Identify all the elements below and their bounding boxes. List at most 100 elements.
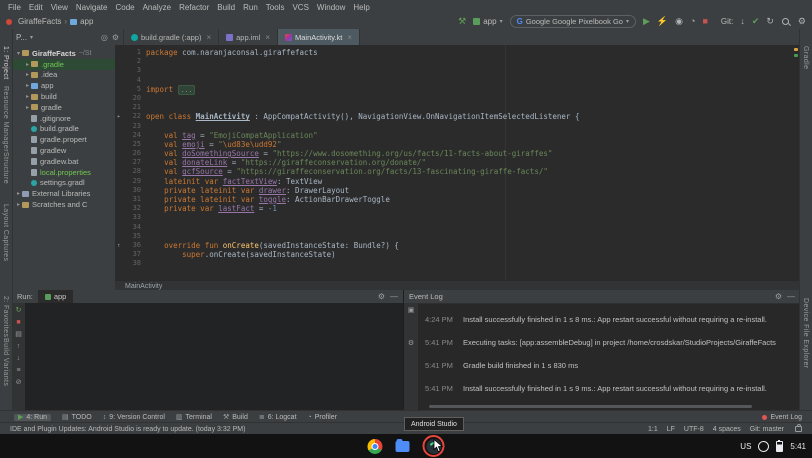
stripe-button-2-favorites[interactable]: 2: Favorites (2, 296, 9, 337)
tree-item-gradlew-bat[interactable]: gradlew.bat (12, 156, 115, 167)
tree-item-gradle[interactable]: ▸.gradle (12, 59, 115, 70)
soft-wrap-icon[interactable]: ≡ (16, 367, 20, 374)
chrome-icon[interactable] (368, 439, 383, 454)
stop-icon[interactable]: ■ (16, 319, 20, 326)
menu-analyze[interactable]: Analyze (139, 3, 175, 12)
menu-file[interactable]: File (4, 3, 25, 12)
code-line[interactable]: 37 super.onCreate(savedInstanceState) (115, 250, 800, 259)
override-gutter-icon[interactable]: ↑ (117, 241, 121, 250)
code-line[interactable]: 31 private lateinit var toggle: ActionBa… (115, 195, 800, 204)
line-ending[interactable]: LF (667, 426, 675, 433)
code-editor[interactable]: 1package com.naranjaconsal.giraffefacts2… (115, 45, 800, 280)
run-config-selector[interactable]: app ▾ (473, 17, 502, 26)
toolwindow-button-6-logcat[interactable]: ≣6: Logcat (259, 414, 297, 421)
menu-window[interactable]: Window (313, 3, 349, 12)
code-line[interactable]: 33 (115, 213, 800, 222)
menu-edit[interactable]: Edit (25, 3, 47, 12)
gear-icon[interactable]: ⚙ (112, 33, 119, 42)
code-line[interactable]: 27 val donateLink = "https://giraffecons… (115, 158, 800, 167)
notification-icon[interactable] (758, 441, 769, 452)
menu-run[interactable]: Run (239, 3, 262, 12)
code-line[interactable]: 34 (115, 223, 800, 232)
tree-item-gitignore[interactable]: .gitignore (12, 113, 115, 124)
search-icon[interactable] (781, 17, 791, 27)
console-settings-icon[interactable]: ▤ (15, 331, 22, 338)
toolwindow-button-terminal[interactable]: ▥Terminal (176, 414, 212, 421)
expand-arrow-icon[interactable]: ▸ (24, 71, 31, 78)
stripe-button-gradle[interactable]: Gradle (802, 46, 809, 69)
indent-setting[interactable]: 4 spaces (713, 426, 741, 433)
expand-arrow-icon[interactable]: ▸ (15, 190, 22, 197)
code-line[interactable]: 30 private lateinit var drawer: DrawerLa… (115, 186, 800, 195)
code-line[interactable]: 20 (115, 94, 800, 103)
expand-arrow-icon[interactable]: ▾ (15, 50, 22, 57)
run-console-output[interactable] (25, 303, 403, 410)
expand-arrow-icon[interactable]: ▸ (15, 201, 22, 208)
gear-icon[interactable]: ⚙ (775, 292, 782, 301)
code-line[interactable]: 4 (115, 76, 800, 85)
menu-view[interactable]: View (47, 3, 72, 12)
file-encoding[interactable]: UTF-8 (684, 426, 704, 433)
tree-item-scratches-and-c[interactable]: ▸Scratches and C (12, 199, 115, 210)
clear-console-icon[interactable]: ⊘ (16, 379, 22, 386)
system-tray[interactable]: US 5:41 (740, 434, 806, 458)
toolwindow-button-todo[interactable]: ▤TODO (62, 414, 92, 421)
gear-icon[interactable]: ⚙ (378, 292, 385, 301)
stripe-button-1-project[interactable]: 1: Project (2, 46, 9, 80)
mark-all-read-icon[interactable]: ▣ (408, 307, 415, 314)
stop-button[interactable]: ■ (702, 17, 707, 26)
close-icon[interactable]: × (206, 33, 211, 42)
tree-item-gradle[interactable]: ▸gradle (12, 102, 115, 113)
toolwindow-button-profiler[interactable]: ◔Profiler (308, 414, 337, 421)
code-line[interactable]: 5import ... (115, 85, 800, 94)
event-log-status[interactable]: Event Log (762, 414, 802, 421)
menu-tools[interactable]: Tools (262, 3, 289, 12)
menu-build[interactable]: Build (213, 3, 239, 12)
code-line[interactable]: 28 val gcfSource = "https://giraffeconse… (115, 167, 800, 176)
git-update-button[interactable]: ↓ (740, 17, 745, 26)
git-branch[interactable]: Git: master (750, 426, 784, 433)
keyboard-layout-indicator[interactable]: US (740, 442, 751, 451)
stripe-button-layout-captures[interactable]: Layout Captures (2, 204, 9, 261)
event-log-settings-icon[interactable]: ⚙ (408, 340, 414, 347)
debug-button[interactable]: ◉ (675, 17, 683, 26)
build-hammer-icon[interactable]: ⚒ (458, 17, 466, 26)
close-icon[interactable]: × (265, 33, 270, 42)
breadcrumb-class[interactable]: MainActivity (125, 283, 162, 290)
run-gutter-icon[interactable]: ▸ (117, 112, 121, 121)
code-line[interactable]: 29 lateinit var factTextView: TextView (115, 177, 800, 186)
run-tab-app[interactable]: app (38, 290, 74, 303)
menu-code[interactable]: Code (111, 3, 138, 12)
menu-vcs[interactable]: VCS (288, 3, 312, 12)
menu-help[interactable]: Help (349, 3, 373, 12)
profile-button[interactable]: ◔ (690, 17, 695, 26)
code-line[interactable]: 32 private var lastFact = -1 (115, 204, 800, 213)
rerun-icon[interactable]: ↻ (16, 307, 22, 314)
toolwindow-button-build[interactable]: ⚒Build (223, 414, 248, 421)
files-app-icon[interactable] (396, 441, 410, 452)
code-line[interactable]: 21 (115, 103, 800, 112)
tree-item-build-gradle[interactable]: build.gradle (12, 124, 115, 135)
scroll-down-icon[interactable]: ↓ (17, 355, 21, 362)
project-panel-header[interactable]: P... ▾ ◎ ⚙ (12, 29, 124, 45)
tree-item-gradlew[interactable]: gradlew (12, 145, 115, 156)
stripe-button-build-variants[interactable]: Build Variants (2, 338, 9, 386)
stripe-button-device-file-explorer[interactable]: Device File Explorer (802, 298, 809, 369)
settings-gear-icon[interactable]: ⚙ (798, 17, 806, 26)
code-line[interactable]: 22▸open class MainActivity : AppCompatAc… (115, 112, 800, 121)
expand-arrow-icon[interactable]: ▸ (24, 61, 31, 68)
menu-navigate[interactable]: Navigate (72, 3, 112, 12)
tree-item-app[interactable]: ▸app (12, 80, 115, 91)
clock[interactable]: 5:41 (790, 442, 806, 451)
tab-build-gradle-app[interactable]: build.gradle (:app)× (124, 29, 219, 45)
tree-item-idea[interactable]: ▸.idea (12, 70, 115, 81)
tab-mainactivity-kt[interactable]: MainActivity.kt× (278, 29, 360, 45)
expand-arrow-icon[interactable]: ▸ (24, 82, 31, 89)
stripe-button-structure[interactable]: Structure (2, 152, 9, 184)
apply-changes-button[interactable]: ⚡ (657, 17, 668, 26)
code-line[interactable]: 38 (115, 259, 800, 268)
code-line[interactable]: 26 val doSomethingSource = "https://www.… (115, 149, 800, 158)
tree-item-external-libraries[interactable]: ▸External Libraries (12, 188, 115, 199)
tab-app-iml[interactable]: app.iml× (219, 29, 278, 45)
expand-arrow-icon[interactable]: ▸ (24, 93, 31, 100)
